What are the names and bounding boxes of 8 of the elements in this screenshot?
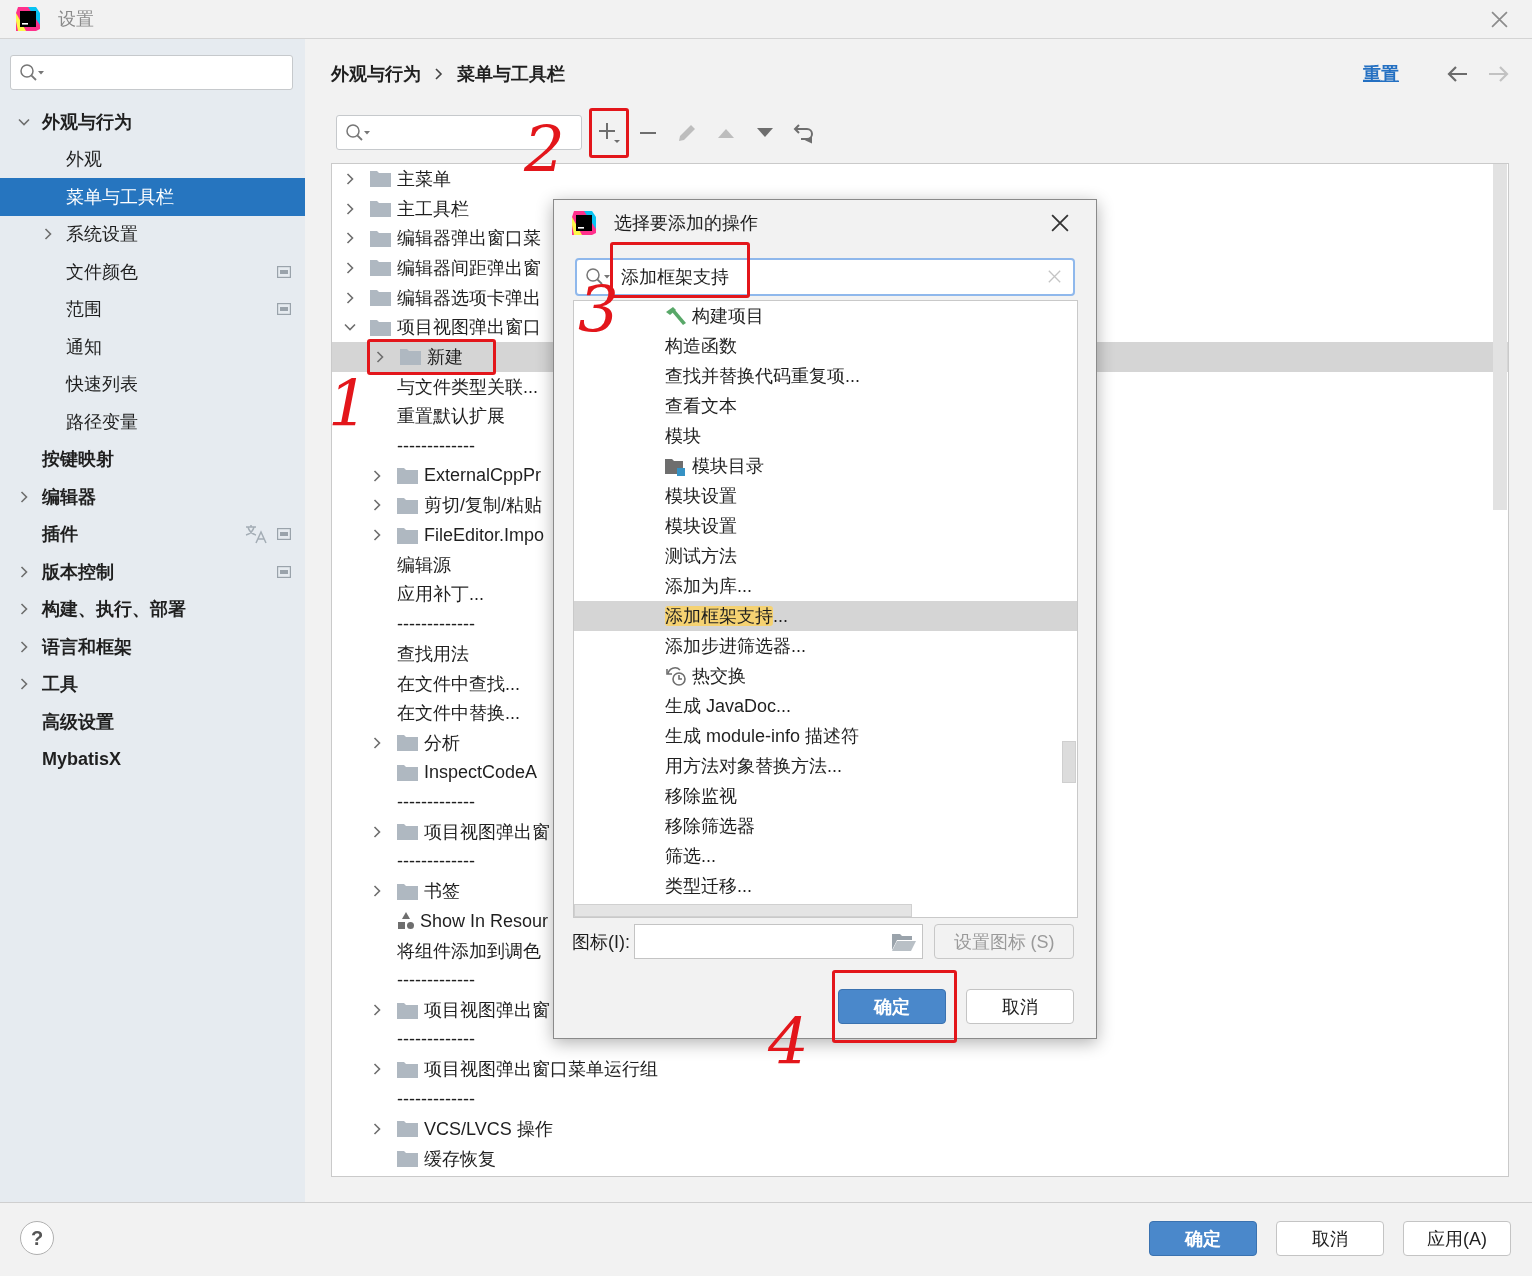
handwritten-number: 2: [524, 118, 565, 182]
dialog-title: 选择要添加的操作: [614, 211, 758, 235]
breadcrumb-item: 菜单与工具栏: [457, 63, 565, 86]
handwritten-number: 4: [768, 1010, 809, 1074]
breadcrumb-item: 外观与行为: [331, 63, 421, 86]
window-title: 设置: [58, 8, 94, 31]
field-label: 图标(I):: [572, 930, 630, 954]
handwritten-number: 1: [328, 372, 369, 436]
